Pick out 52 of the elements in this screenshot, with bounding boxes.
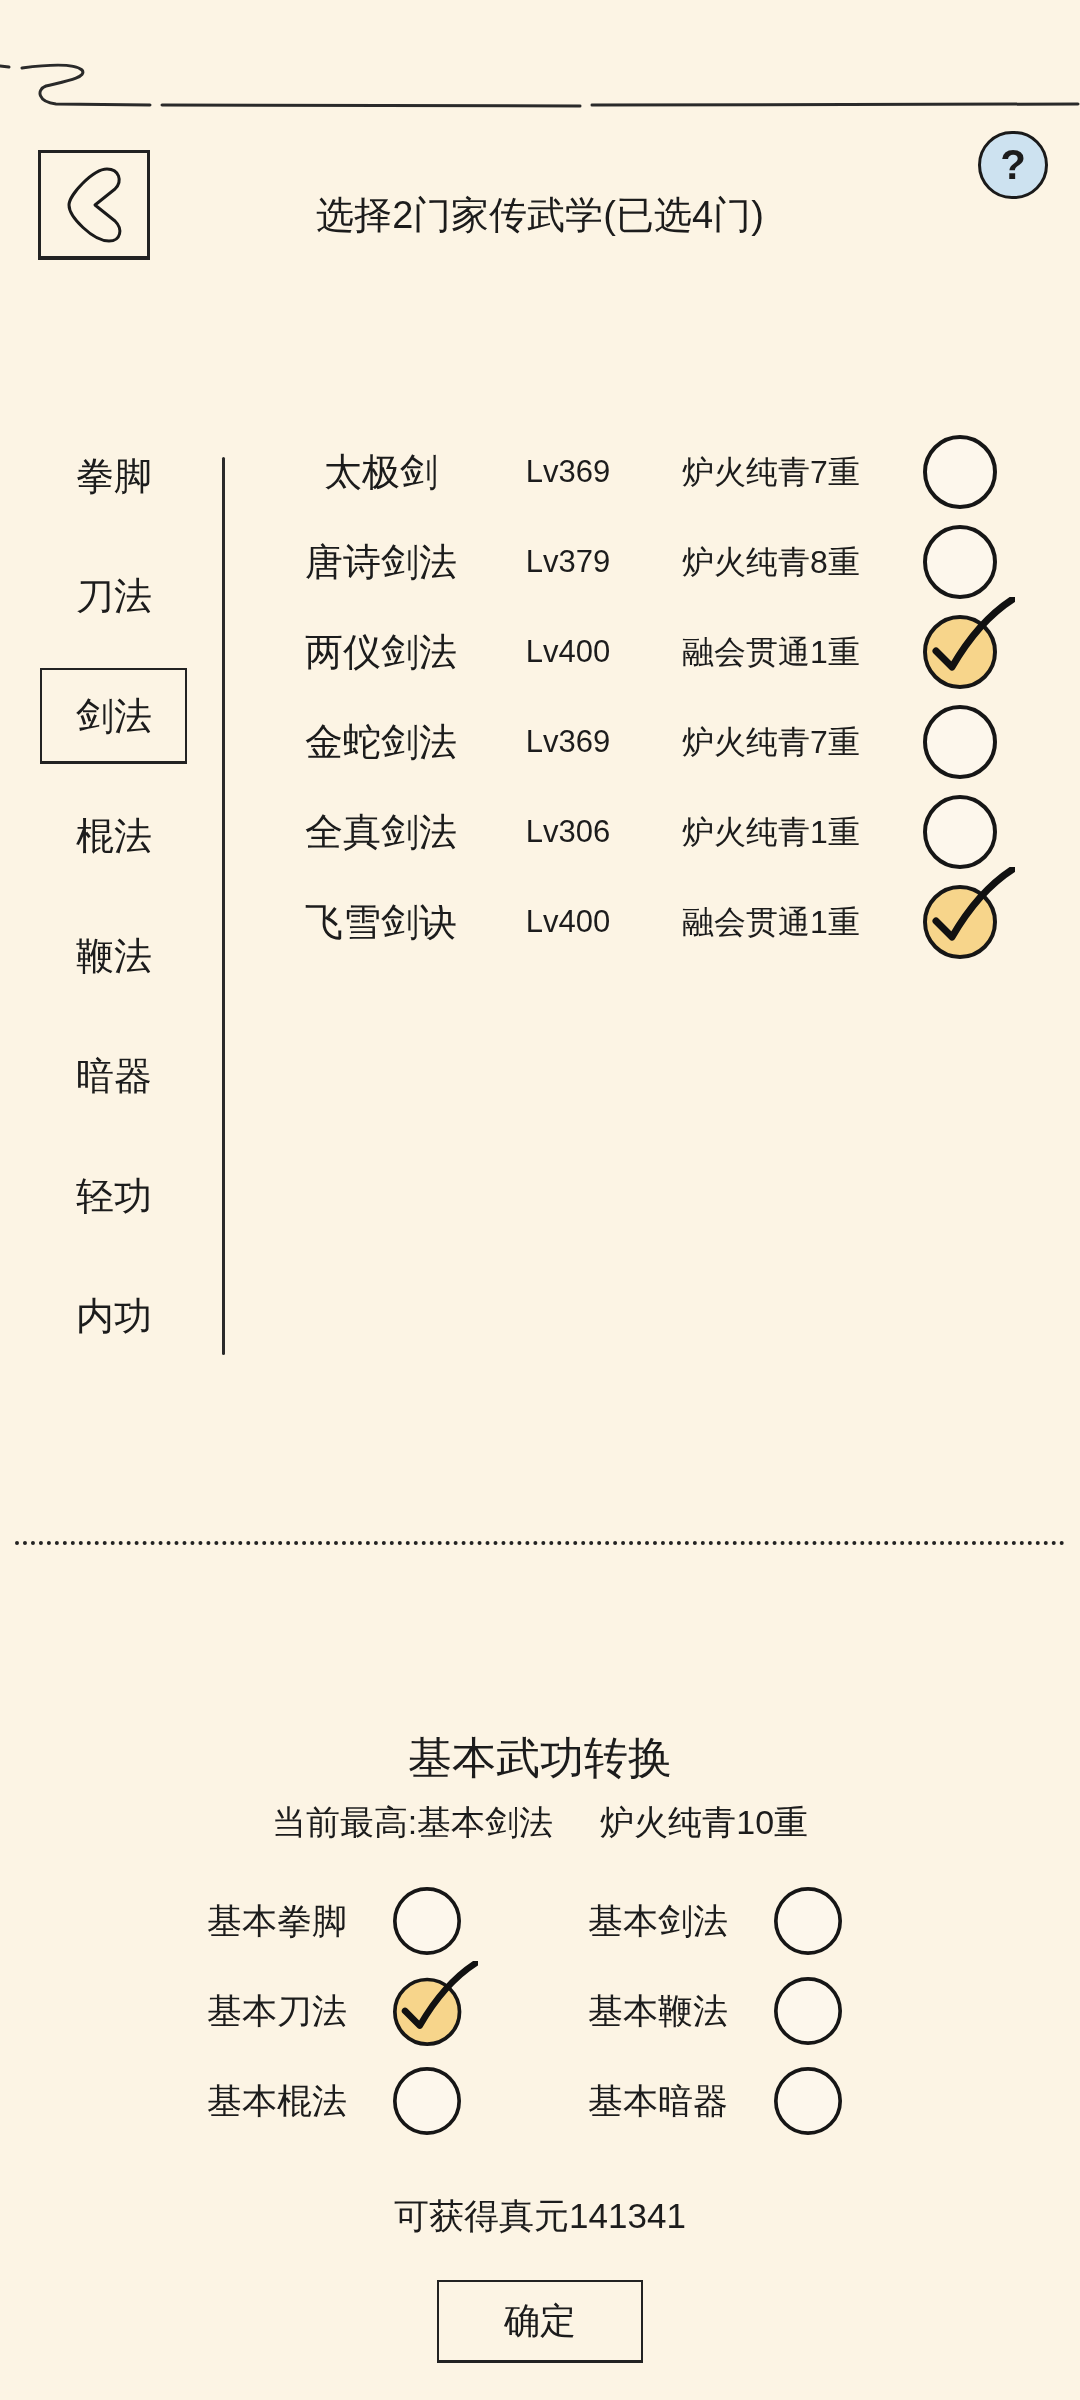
reward-text: 可获得真元141341 <box>394 2195 686 2237</box>
checkbox[interactable] <box>923 525 997 599</box>
checkbox[interactable] <box>774 2067 842 2135</box>
skill-level: Lv369 <box>525 723 611 761</box>
help-button[interactable]: ? <box>978 131 1048 199</box>
checkbox[interactable] <box>774 1887 842 1955</box>
option-label: 基本暗器 <box>588 2080 728 2122</box>
skill-realm: 炉火纯青7重 <box>682 453 860 492</box>
checkbox[interactable] <box>393 1887 461 1955</box>
current-best-text: 当前最高:基本剑法 <box>271 1802 554 1843</box>
checkbox[interactable] <box>774 1977 842 2045</box>
skill-name: 两仪剑法 <box>305 630 457 675</box>
category-tab[interactable]: 刀法 <box>40 548 187 644</box>
category-tab[interactable]: 鞭法 <box>40 908 187 1004</box>
skill-realm: 融会贯通1重 <box>682 633 860 672</box>
skill-level: Lv400 <box>525 633 611 671</box>
skill-level: Lv379 <box>525 543 611 581</box>
checkbox[interactable] <box>923 795 997 869</box>
category-tab[interactable]: 拳脚 <box>40 428 187 524</box>
checkbox[interactable] <box>923 435 997 509</box>
skill-name: 太极剑 <box>324 450 438 495</box>
checkbox[interactable] <box>923 597 1015 689</box>
category-tab[interactable]: 暗器 <box>40 1028 187 1124</box>
skill-name: 金蛇剑法 <box>305 720 457 765</box>
option-label: 基本刀法 <box>207 1990 347 2032</box>
skill-name: 飞雪剑诀 <box>305 900 457 945</box>
option-label: 基本鞭法 <box>588 1990 728 2032</box>
section-title: 基本武功转换 <box>408 1732 672 1784</box>
checkbox[interactable] <box>392 1960 478 2046</box>
option-label: 基本剑法 <box>588 1900 728 1942</box>
confirm-button[interactable]: 确定 <box>437 2280 643 2363</box>
skill-realm: 炉火纯青8重 <box>682 543 860 582</box>
category-tab[interactable]: 内功 <box>40 1268 187 1364</box>
skill-realm: 融会贯通1重 <box>682 903 860 942</box>
category-tab[interactable]: 轻功 <box>40 1148 187 1244</box>
checkbox[interactable] <box>923 867 1015 959</box>
skill-level: Lv400 <box>525 903 611 941</box>
skill-level: Lv369 <box>525 453 611 491</box>
option-label: 基本棍法 <box>207 2080 347 2122</box>
skill-realm: 炉火纯青7重 <box>682 723 860 762</box>
checkbox[interactable] <box>393 2067 461 2135</box>
current-realm-text: 炉火纯青10重 <box>600 1802 809 1843</box>
checkbox[interactable] <box>923 705 997 779</box>
skill-realm: 炉火纯青1重 <box>682 813 860 852</box>
skill-level: Lv306 <box>525 813 611 851</box>
option-label: 基本拳脚 <box>207 1900 347 1942</box>
skill-name: 全真剑法 <box>305 810 457 855</box>
back-button[interactable] <box>38 150 150 260</box>
category-tab[interactable]: 剑法 <box>40 668 187 764</box>
category-tab[interactable]: 棍法 <box>40 788 187 884</box>
page-title: 选择2门家传武学(已选4门) <box>316 193 764 238</box>
skill-name: 唐诗剑法 <box>305 540 457 585</box>
